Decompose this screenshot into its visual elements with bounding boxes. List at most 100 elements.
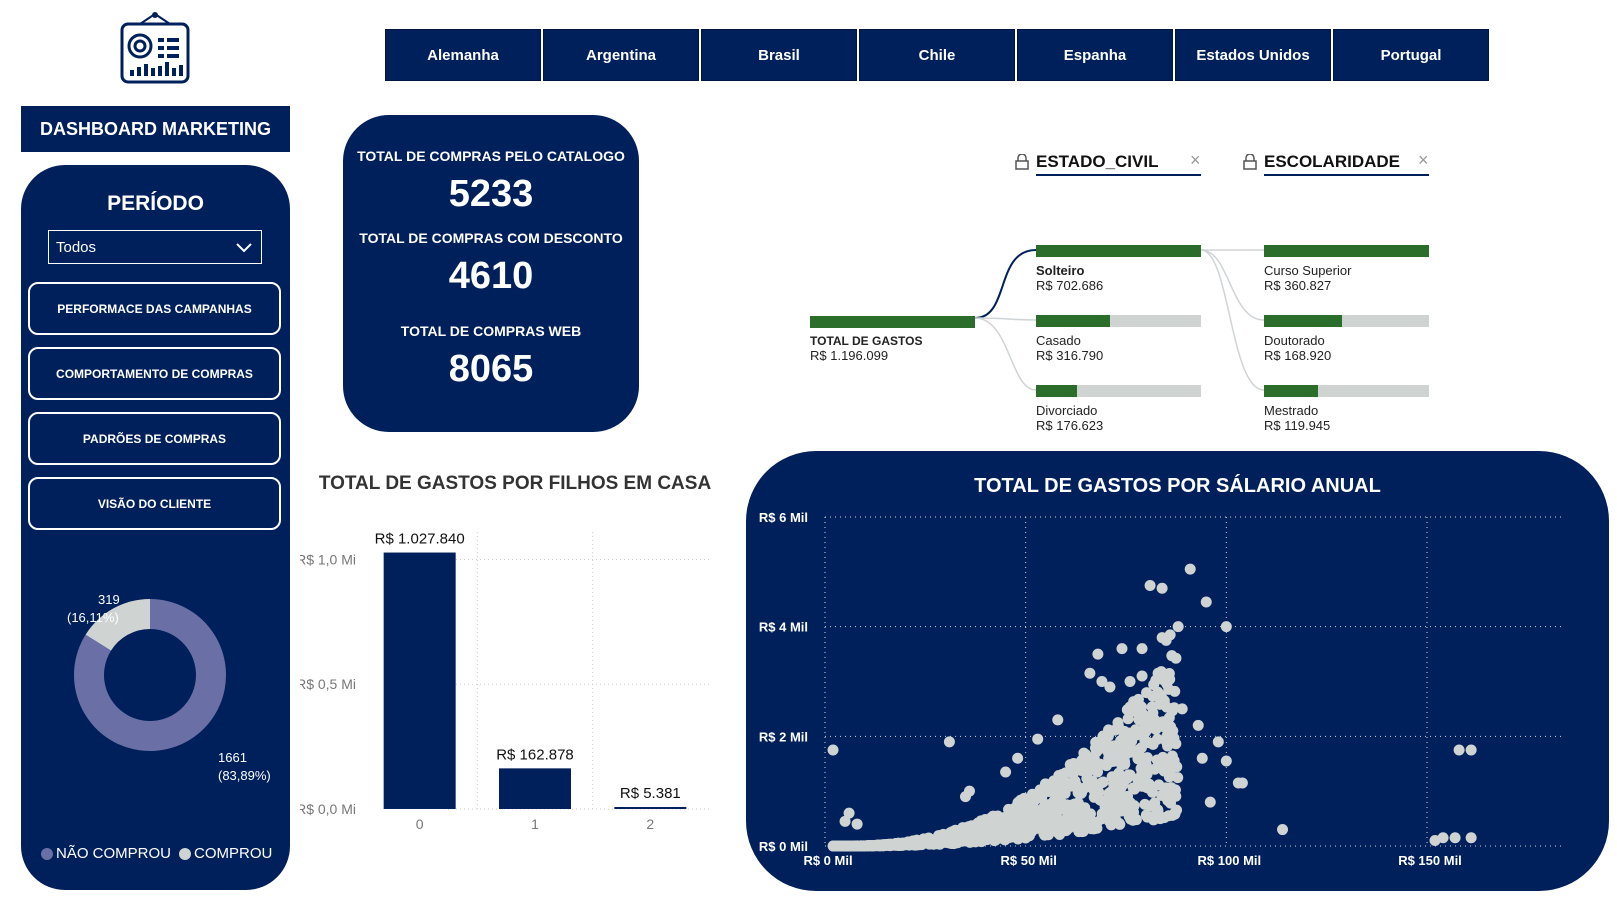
scatter-point xyxy=(1156,582,1168,594)
bar-1[interactable] xyxy=(499,768,571,809)
tab-alemanha[interactable]: Alemanha xyxy=(385,29,541,81)
tree-node-casado-value: R$ 316.790 xyxy=(1036,348,1104,363)
scatter-point xyxy=(1121,772,1133,784)
bar-data-label: R$ 5.381 xyxy=(620,785,681,802)
tab-brasil[interactable]: Brasil xyxy=(701,29,857,81)
decomposition-tree: ESTADO_CIVIL × ESCOLARIDADE × TOTAL DE G… xyxy=(800,140,1440,440)
legend-item-comprou[interactable]: COMPROU xyxy=(179,845,272,862)
tree-node-solteiro[interactable]: Solteiro R$ 702.686 xyxy=(1036,245,1201,293)
scatter-point xyxy=(1103,724,1115,736)
sidebar-panel: PERÍODO Todos PERFORMACE DAS CAMPANHAS C… xyxy=(21,165,290,890)
nav-comportamento-compras-button[interactable]: COMPORTAMENTO DE COMPRAS xyxy=(28,347,281,400)
tab-chile[interactable]: Chile xyxy=(859,29,1015,81)
tree-node-doutorado-value: R$ 168.920 xyxy=(1264,348,1332,363)
purchase-donut-chart: 319 (16,11%) 1661 (83,89%) xyxy=(21,585,290,815)
scatter-point xyxy=(1160,634,1172,646)
scatter-point xyxy=(1465,744,1477,756)
scatter-point xyxy=(943,830,955,842)
scatter-point xyxy=(1114,751,1126,763)
bar-chart: R$ 0,0 Mi R$ 0,5 Mi R$ 1,0 Mi R$ 1.027.840 0… xyxy=(300,531,710,832)
tree-node-doutorado-bar xyxy=(1264,315,1342,327)
nav-visao-cliente-button[interactable]: VISÃO DO CLIENTE xyxy=(28,477,281,530)
scatter-point xyxy=(1078,747,1090,759)
donut-label-nao-comprou-count: 1661 xyxy=(218,750,247,765)
scatter-point xyxy=(1076,806,1088,818)
scatter-point xyxy=(1077,823,1089,835)
scatter-point xyxy=(851,818,863,830)
scatter-point xyxy=(1088,752,1100,764)
scatter-x-tick-label: R$ 50 Mil xyxy=(1000,853,1056,868)
tree-node-divorciado[interactable]: Divorciado R$ 176.623 xyxy=(1036,385,1201,433)
scatter-point xyxy=(959,791,971,803)
scatter-point xyxy=(997,832,1009,844)
nav-padroes-compras-button[interactable]: PADRÕES DE COMPRAS xyxy=(28,412,281,465)
scatter-point xyxy=(840,840,852,852)
nav-performance-campanhas-button[interactable]: PERFORMACE DAS CAMPANHAS xyxy=(28,282,281,335)
scatter-point xyxy=(1161,678,1173,690)
tree-node-mestrado[interactable]: Mestrado R$ 119.945 xyxy=(1264,385,1429,433)
kpi-web-label: TOTAL DE COMPRAS WEB xyxy=(400,323,582,339)
scatter-point xyxy=(1152,667,1164,679)
scatter-point xyxy=(943,736,955,748)
scatter-point xyxy=(1004,808,1016,820)
scatter-point xyxy=(1196,752,1208,764)
tree-node-mestrado-bar xyxy=(1264,385,1319,397)
scatter-point xyxy=(1141,811,1153,823)
scatter-chart-title: TOTAL DE GASTOS POR SÁLARIO ANUAL xyxy=(974,475,1381,497)
scatter-y-tick-label: R$ 0 Mil xyxy=(759,839,808,854)
scatter-point xyxy=(877,840,889,852)
scatter-point xyxy=(966,822,978,834)
tree-node-doutorado-name: Doutorado xyxy=(1264,333,1325,348)
scatter-point xyxy=(1118,725,1130,737)
scatter-point xyxy=(1168,784,1180,796)
scatter-point xyxy=(1192,719,1204,731)
scatter-point xyxy=(1125,798,1137,810)
scatter-point xyxy=(1220,621,1232,633)
scatter-point xyxy=(1157,751,1169,763)
scatter-point xyxy=(979,827,991,839)
scatter-point xyxy=(1200,596,1212,608)
tree-node-doutorado[interactable]: Doutorado R$ 168.920 xyxy=(1264,315,1429,363)
scatter-point xyxy=(1131,729,1143,741)
legend-item-nao-comprou[interactable]: NÃO COMPROU xyxy=(41,845,171,862)
scatter-point xyxy=(1157,716,1169,728)
tree-node-root[interactable]: TOTAL DE GASTOS R$ 1.196.099 xyxy=(810,316,975,363)
scatter-point xyxy=(1102,809,1114,821)
scatter-point xyxy=(1136,643,1148,655)
tab-estados-unidos[interactable]: Estados Unidos xyxy=(1175,29,1331,81)
scatter-point xyxy=(1465,832,1477,844)
scatter-point xyxy=(1000,766,1012,778)
tree-node-mestrado-name: Mestrado xyxy=(1264,403,1319,418)
kpi-desconto-value: 4610 xyxy=(448,255,534,297)
scatter-point xyxy=(910,839,922,851)
scatter-point xyxy=(986,818,998,830)
scatter-point xyxy=(1012,752,1024,764)
periodo-selected-value: Todos xyxy=(56,238,97,256)
bar-y-tick-label: R$ 0,0 Mi xyxy=(300,801,356,817)
scatter-point xyxy=(1157,763,1169,775)
scatter-point xyxy=(1104,681,1116,693)
scatter-point xyxy=(1171,761,1183,773)
tab-argentina[interactable]: Argentina xyxy=(543,29,699,81)
kpi-catalogo-label: TOTAL DE COMPRAS PELO CATALOGO xyxy=(357,148,625,164)
scatter-point xyxy=(1042,823,1054,835)
tree-node-solteiro-value: R$ 702.686 xyxy=(1036,278,1104,293)
kpi-card: TOTAL DE COMPRAS PELO CATALOGO 5233 TOTA… xyxy=(343,115,639,432)
tree-node-curso-superior[interactable]: Curso Superior R$ 360.827 xyxy=(1264,245,1429,293)
tree-node-casado[interactable]: Casado R$ 316.790 xyxy=(1036,315,1201,363)
scatter-point xyxy=(1084,667,1096,679)
bar-0[interactable] xyxy=(383,552,456,809)
tree-node-casado-bar xyxy=(1036,315,1111,327)
bar-data-label: R$ 162.878 xyxy=(496,746,574,763)
periodo-dropdown[interactable]: Todos xyxy=(48,230,262,264)
tab-portugal[interactable]: Portugal xyxy=(1333,29,1489,81)
bar-2[interactable] xyxy=(614,807,687,809)
bar-x-tick-label: 2 xyxy=(646,816,654,832)
tree-node-root-value: R$ 1.196.099 xyxy=(810,348,889,363)
scatter-point xyxy=(1169,808,1181,820)
tab-espanha[interactable]: Espanha xyxy=(1017,29,1173,81)
country-tabs: Alemanha Argentina Brasil Chile Espanha … xyxy=(385,29,1489,81)
tree-node-solteiro-bar xyxy=(1036,245,1201,257)
scatter-point xyxy=(1092,648,1104,660)
scatter-point xyxy=(1236,777,1248,789)
